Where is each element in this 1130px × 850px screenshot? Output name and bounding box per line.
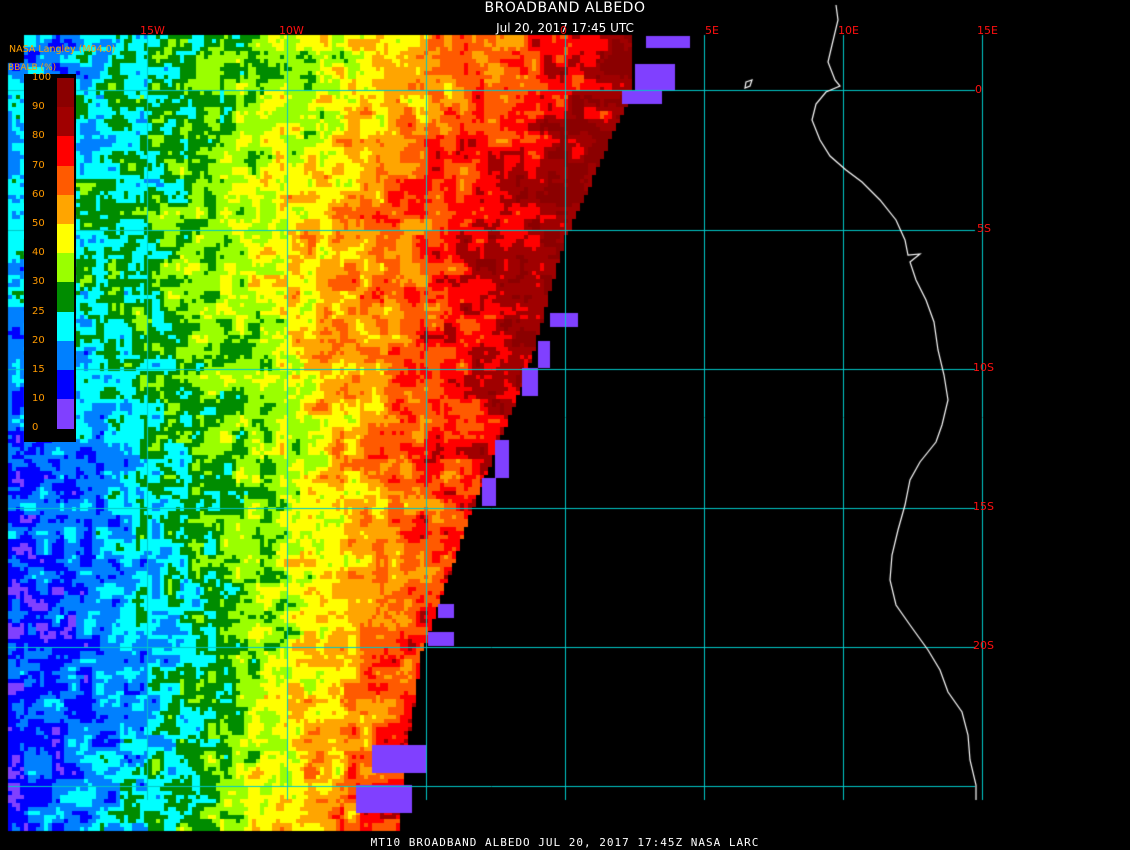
legend-tick: 90 (32, 101, 45, 113)
credit-label: NASA Langley (M04.0) (9, 44, 116, 55)
lat-label-10s: 10S (973, 361, 994, 374)
lon-label-10e: 10E (838, 24, 859, 37)
legend-tick: 50 (32, 218, 45, 229)
legend-swatch (57, 340, 74, 371)
lon-label-5e: 5E (705, 24, 719, 37)
legend-tick: 10 (32, 393, 45, 405)
legend-swatch (57, 78, 74, 108)
legend-swatch (57, 311, 74, 342)
legend-swatch (57, 107, 74, 138)
lat-label-15s: 15S (973, 500, 994, 513)
legend-swatch (57, 370, 74, 400)
legend-swatch (57, 224, 74, 254)
legend-tick: 30 (32, 276, 45, 288)
legend-swatch (57, 282, 74, 313)
legend-tick: 0 (32, 422, 39, 434)
lon-label-15e: 15E (977, 24, 998, 37)
lon-label-10w: 10W (279, 24, 304, 37)
legend-tick: 80 (32, 130, 45, 142)
legend-tick: 15 (32, 364, 45, 375)
legend-swatch (57, 165, 74, 196)
legend-tick: 20 (32, 334, 45, 346)
footer-caption: MT10 BROADBAND ALBEDO JUL 20, 2017 17:45… (370, 836, 760, 849)
lat-label-0: 0 (975, 83, 982, 96)
page-title: BROADBAND ALBEDO (484, 0, 646, 16)
albedo-map (0, 0, 1130, 850)
legend-tick: 60 (32, 188, 45, 200)
lat-label-20s: 20S (973, 639, 994, 652)
legend-swatch (57, 194, 74, 225)
legend-tick: 70 (32, 159, 45, 171)
legend-swatch (57, 136, 74, 167)
lon-label-0: 0 (560, 24, 567, 37)
lat-label-5s: 5S (977, 222, 991, 235)
legend-swatch (57, 399, 74, 430)
legend-tick: 40 (32, 247, 45, 259)
legend-tick: 100 (32, 72, 52, 83)
lon-label-15w: 15W (140, 24, 165, 37)
legend-swatch (57, 253, 74, 284)
legend-tick: 25 (32, 305, 45, 317)
